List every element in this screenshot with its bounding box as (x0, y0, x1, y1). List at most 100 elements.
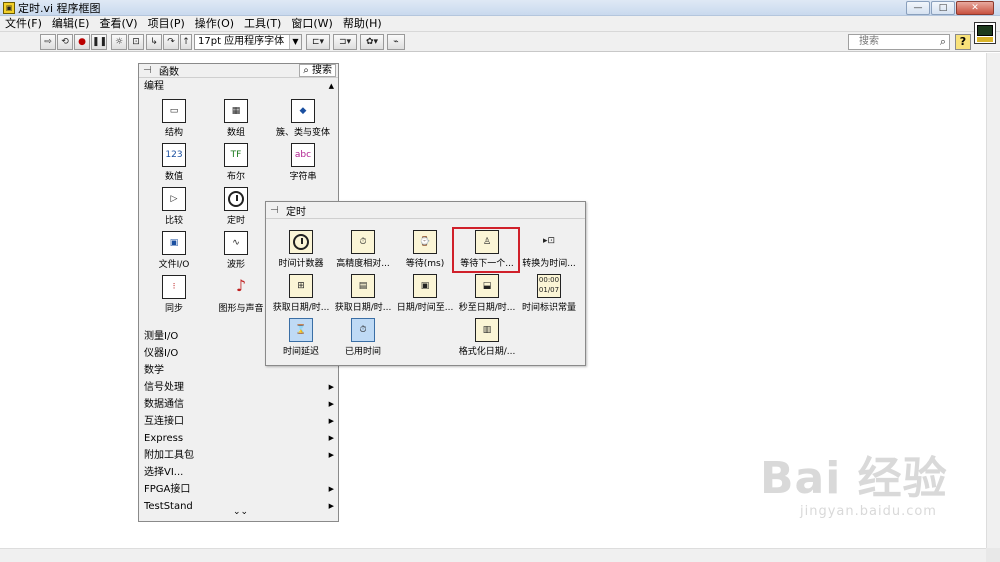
font-select-value: 17pt 应用程序字体 (198, 36, 285, 47)
category-label: TestStand (144, 501, 193, 512)
string-icon: abc (291, 143, 315, 167)
tile-timing[interactable]: 定时 (205, 187, 267, 229)
menu-tools[interactable]: 工具(T) (239, 16, 286, 32)
category-label: 数据通信 (144, 399, 184, 410)
tile-date-time-to-seconds[interactable]: ▣ 日期/时间至... (393, 274, 457, 318)
category-label: 数学 (144, 365, 164, 376)
palette-search-button[interactable]: ⌕ 搜索 (299, 64, 336, 77)
tile-array[interactable]: ▦ 数组 (205, 99, 267, 141)
category-label: 信号处理 (144, 382, 184, 393)
menu-project[interactable]: 项目(P) (143, 16, 190, 32)
tile-seconds-to-date-time[interactable]: ⬓ 秒至日期/时... (455, 274, 519, 318)
tile-synchronization[interactable]: ⁝ 同步 (143, 275, 205, 317)
tile-time-stamp-constant[interactable]: 00:00 01/07 时间标识常量 (517, 274, 581, 318)
tile-structures[interactable]: ▭ 结构 (143, 99, 205, 141)
tile-boolean[interactable]: TF 布尔 (205, 143, 267, 185)
tile-label: 时间延迟 (282, 347, 319, 357)
step-over-icon[interactable]: ↷ (163, 34, 179, 50)
time-stamp-constant-icon: 00:00 01/07 (537, 274, 561, 298)
tile-label: 定时 (226, 216, 245, 226)
chevron-up-icon: ▲ (328, 82, 334, 90)
vi-icon-base (977, 37, 993, 42)
menu-view[interactable]: 查看(V) (94, 16, 142, 32)
align-objects-icon[interactable]: ⊏▾ (306, 34, 330, 50)
palette-search-label: 搜索 (312, 65, 332, 76)
tile-wait-ms[interactable]: ⌚ 等待(ms) (393, 230, 457, 274)
elapsed-time-icon: ⏱ (351, 318, 375, 342)
tile-label: 字符串 (289, 172, 317, 182)
tile-label: 结构 (164, 128, 183, 138)
tile-high-resolution-relative-seconds[interactable]: ⏱ 高精度相对... (331, 230, 395, 274)
maximize-button[interactable]: □ (931, 1, 955, 15)
context-help-button[interactable]: ? (955, 34, 971, 50)
chevron-right-icon: ▶ (328, 434, 334, 442)
seconds-to-date-icon: ⬓ (475, 274, 499, 298)
pause-button[interactable]: ❚❚ (91, 34, 107, 50)
reorder-icon[interactable]: ✿▾ (360, 34, 384, 50)
window-controls: — □ ✕ (906, 1, 994, 15)
category-addons[interactable]: 附加工具包 ▶ (139, 447, 338, 464)
search-icon: ⌕ (939, 35, 946, 48)
tile-comparison[interactable]: ▷ 比较 (143, 187, 205, 229)
menu-edit[interactable]: 编辑(E) (47, 16, 95, 32)
category-connectivity[interactable]: 互连接口 ▶ (139, 413, 338, 430)
menu-help[interactable]: 帮助(H) (338, 16, 387, 32)
tile-label: 格式化日期/... (458, 347, 516, 357)
vi-icon (974, 22, 996, 44)
pin-icon[interactable]: ⊣ (270, 205, 282, 216)
tile-elapsed-time[interactable]: ⏱ 已用时间 (331, 318, 395, 362)
tile-tick-count[interactable]: 时间计数器 (269, 230, 333, 274)
cluster-icon: ◆ (291, 99, 315, 123)
timing-palette: ⊣ 定时 时间计数器 ⏱ 高精度相对... ⌚ 等待(ms) ♙ 等待下一个..… (265, 201, 586, 366)
menu-bar: 文件(F) 编辑(E) 查看(V) 项目(P) 操作(O) 工具(T) 窗口(W… (0, 16, 1000, 32)
category-data-communication[interactable]: 数据通信 ▶ (139, 396, 338, 413)
tile-file-io[interactable]: ▣ 文件I/O (143, 231, 205, 273)
tile-format-date-time-string[interactable]: ▥ 格式化日期/... (455, 318, 519, 362)
tile-get-date-time-string[interactable]: ⊞ 获取日期/时... (269, 274, 333, 318)
tile-waveform[interactable]: ∿ 波形 (205, 231, 267, 273)
category-express[interactable]: Express ▶ (139, 430, 338, 447)
menu-file[interactable]: 文件(F) (0, 16, 47, 32)
pin-icon[interactable]: ⊣ (143, 65, 155, 76)
tile-label: 簇、类与变体 (275, 128, 330, 138)
hourglass-icon: ⌛ (289, 318, 313, 342)
watermark: Bai 经验 jingyan.baidu.com (760, 454, 990, 544)
horizontal-scrollbar[interactable] (0, 548, 986, 562)
scroll-corner (986, 548, 1000, 562)
timing-icon (224, 187, 248, 211)
step-out-icon[interactable]: ↑ (180, 34, 192, 50)
chevron-down-icon: ▼ (289, 35, 301, 49)
category-label: 互连接口 (144, 416, 184, 427)
abort-button[interactable]: ● (74, 34, 90, 50)
close-button[interactable]: ✕ (956, 1, 994, 15)
minimize-button[interactable]: — (906, 1, 930, 15)
category-fpga-interface[interactable]: FPGA接口 ▶ (139, 481, 338, 498)
convert-time-icon: ▸⊡ (542, 236, 556, 246)
distribute-objects-icon[interactable]: ⊐▾ (333, 34, 357, 50)
tile-time-delay[interactable]: ⌛ 时间延迟 (269, 318, 333, 362)
step-into-icon[interactable]: ↳ (146, 34, 162, 50)
run-button[interactable]: ⇨ (40, 34, 56, 50)
tile-to-time-stamp[interactable]: ▸⊡ 转换为时间... (517, 230, 581, 274)
tile-numeric[interactable]: 123 数值 (143, 143, 205, 185)
category-select-vi[interactable]: 选择VI... (139, 464, 338, 481)
menu-window[interactable]: 窗口(W) (286, 16, 337, 32)
expand-palette-icon[interactable]: ⌄⌄ (233, 507, 248, 517)
menu-operate[interactable]: 操作(O) (190, 16, 239, 32)
stopwatch-icon: ⏱ (351, 230, 375, 254)
retain-wire-values-icon[interactable]: ⊡ (128, 34, 144, 50)
highlight-execution-icon[interactable]: ☼ (111, 34, 127, 50)
search-input[interactable]: 搜索 ⌕ (848, 34, 950, 50)
category-signal-processing[interactable]: 信号处理 ▶ (139, 379, 338, 396)
font-select[interactable]: 17pt 应用程序字体 ▼ (194, 34, 302, 50)
tile-string[interactable]: abc 字符串 (267, 143, 339, 185)
boolean-icon: TF (224, 143, 248, 167)
tile-get-date-time-seconds[interactable]: ▤ 获取日期/时... (331, 274, 395, 318)
category-label: 测量I/O (144, 331, 179, 342)
date-to-seconds-icon: ▣ (413, 274, 437, 298)
category-programming[interactable]: 编程 ▲ (139, 78, 338, 95)
tile-label: 等待(ms) (405, 259, 445, 269)
clean-up-diagram-icon[interactable]: ⌁ (387, 34, 405, 50)
run-continuously-button[interactable]: ⟲ (57, 34, 73, 50)
tile-cluster-class-variant[interactable]: ◆ 簇、类与变体 (267, 99, 339, 141)
